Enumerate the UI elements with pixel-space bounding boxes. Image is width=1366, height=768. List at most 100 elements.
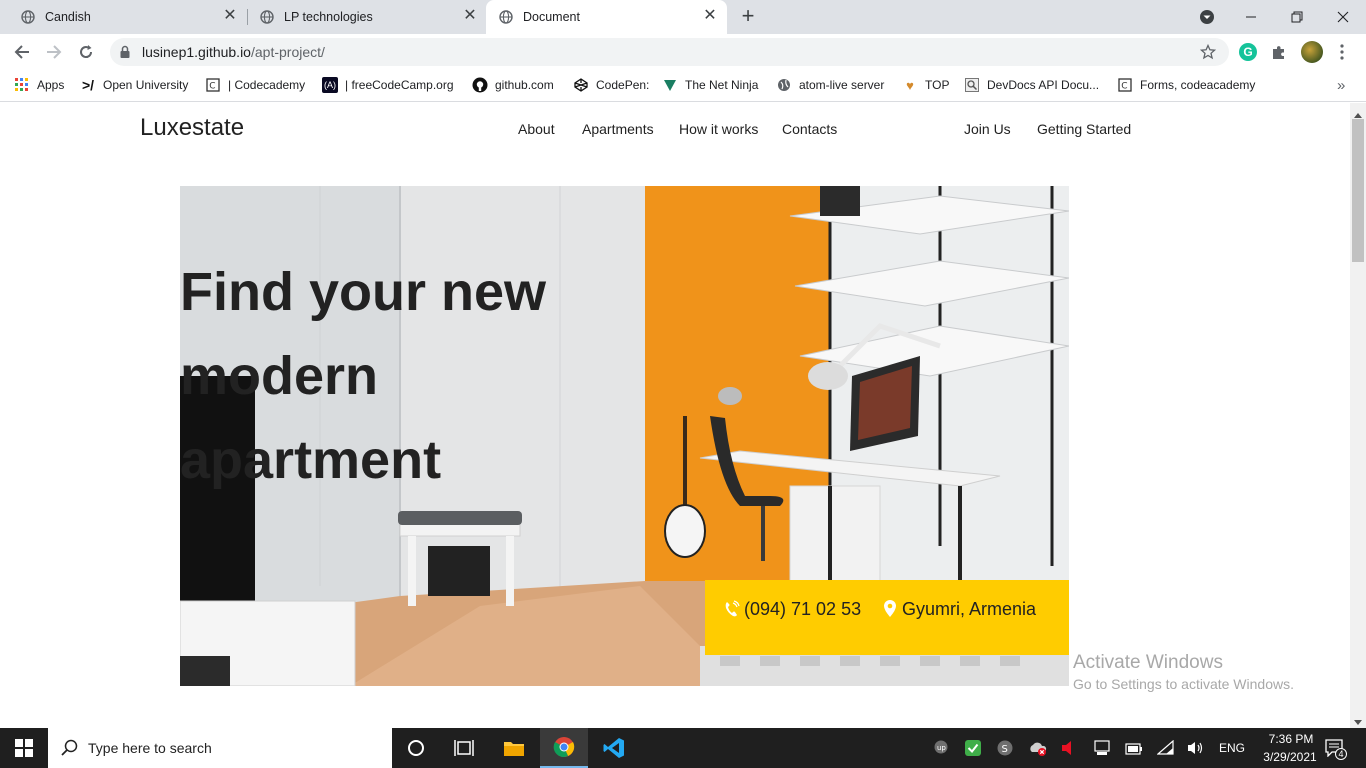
url-path: /apt-project/ — [250, 44, 325, 60]
bookmark-label: atom-live server — [799, 78, 885, 92]
arrow-left-icon — [14, 45, 29, 59]
location-pin-icon — [883, 599, 897, 623]
codecademy-icon: C — [1117, 77, 1133, 93]
chevron-down-circle-icon — [1200, 10, 1214, 24]
url-text[interactable]: lusinep1.github.io/apt-project/ — [142, 44, 325, 60]
grammarly-extension-icon[interactable]: G — [1239, 43, 1257, 61]
language-indicator[interactable]: ENG — [1219, 741, 1245, 755]
svg-text:C: C — [209, 82, 215, 92]
bookmark-label: | Codecademy — [228, 78, 306, 92]
globe-icon — [776, 77, 792, 93]
tab-document[interactable]: Document ✕ — [486, 0, 727, 34]
bookmark-label: | freeCodeCamp.org — [345, 78, 454, 92]
close-tab-icon[interactable]: ✕ — [223, 8, 237, 24]
bookmark-label: Forms, codeacademy — [1140, 78, 1256, 92]
bookmark-label: DevDocs API Docu... — [987, 78, 1100, 92]
tab-search-button[interactable] — [1184, 0, 1230, 34]
globe-icon — [499, 10, 513, 24]
codecademy-icon: C — [205, 77, 221, 93]
svg-text:up: up — [937, 744, 946, 752]
bookmark-apps[interactable]: Apps — [14, 76, 64, 94]
wifi-icon[interactable] — [1156, 739, 1175, 761]
codepen-icon — [573, 77, 589, 93]
close-tab-icon[interactable]: ✕ — [463, 8, 477, 24]
bookmark-label: github.com — [495, 78, 554, 92]
nav-apartments[interactable]: Apartments — [582, 121, 654, 137]
open-university-icon: >/ — [81, 77, 95, 93]
phone-number[interactable]: (094) 71 02 53 — [744, 599, 861, 620]
hero-title-line-2: modern apartment — [180, 346, 442, 490]
tray-onedrive-icon[interactable] — [1028, 740, 1048, 761]
site-brand-logo[interactable]: Luxestate — [140, 114, 244, 142]
chrome-taskbar-button[interactable] — [540, 728, 588, 768]
bookmark-open-university[interactable]: >/ Open University — [80, 76, 188, 94]
notification-count-badge: 4 — [1335, 748, 1347, 760]
bookmark-label: CodePen: — [596, 78, 650, 92]
close-window-button[interactable] — [1320, 0, 1366, 34]
search-placeholder: Type here to search — [88, 740, 212, 756]
net-ninja-icon — [662, 77, 678, 93]
bookmark-top[interactable]: ♥ TOP — [902, 76, 949, 94]
nav-getting-started[interactable]: Getting Started — [1037, 121, 1131, 137]
phone-icon — [724, 600, 740, 623]
hero-title-line-1: Find your new — [180, 262, 547, 322]
svg-text:S: S — [1002, 744, 1008, 755]
cortana-button[interactable] — [392, 728, 440, 768]
freecodecamp-icon: (A) — [322, 77, 338, 93]
bookmark-codecademy[interactable]: C | Codecademy — [205, 76, 305, 94]
tab-title: LP technologies — [284, 10, 373, 24]
tray-skype-icon[interactable]: S — [997, 740, 1013, 761]
close-tab-icon[interactable]: ✕ — [703, 8, 717, 24]
clock-time[interactable]: 7:36 PM — [1263, 732, 1319, 746]
tray-check-icon[interactable] — [965, 740, 981, 761]
clock-date[interactable]: 3/29/2021 — [1257, 750, 1323, 764]
apps-grid-icon — [14, 77, 30, 93]
tab-title: Candish — [45, 10, 91, 24]
bookmark-atom-live-server[interactable]: atom-live server — [776, 76, 884, 94]
top-icon: ♥ — [906, 77, 914, 93]
minimize-button[interactable] — [1228, 0, 1274, 34]
bookmark-forms-codeacademy[interactable]: C Forms, codeacademy — [1117, 76, 1255, 94]
extensions-puzzle-icon[interactable] — [1271, 44, 1287, 65]
bookmark-github[interactable]: github.com — [472, 76, 554, 94]
nav-about[interactable]: About — [518, 121, 555, 137]
start-button[interactable] — [0, 728, 48, 768]
forward-button[interactable] — [43, 42, 65, 62]
reload-icon — [80, 45, 93, 58]
tray-audio-alert-icon[interactable] — [1061, 740, 1075, 761]
task-view-icon — [454, 740, 474, 756]
volume-icon[interactable] — [1187, 740, 1205, 761]
file-explorer-button[interactable] — [490, 728, 538, 768]
tray-upwork-icon[interactable]: up — [934, 740, 948, 759]
bookmark-label: Open University — [103, 78, 189, 92]
task-view-button[interactable] — [440, 728, 488, 768]
scrollbar-thumb[interactable] — [1352, 119, 1364, 262]
vscode-icon — [603, 738, 624, 758]
lock-icon[interactable] — [119, 45, 131, 64]
nav-join-us[interactable]: Join Us — [964, 121, 1011, 137]
bookmark-star-icon[interactable] — [1199, 43, 1217, 65]
activate-windows-subtitle: Go to Settings to activate Windows. — [1073, 676, 1294, 692]
github-icon — [472, 77, 488, 93]
battery-icon[interactable] — [1125, 742, 1143, 760]
nav-how-it-works[interactable]: How it works — [679, 121, 758, 137]
nav-contacts[interactable]: Contacts — [782, 121, 837, 137]
restore-button[interactable] — [1274, 0, 1320, 34]
reload-button[interactable] — [75, 42, 97, 62]
bookmark-net-ninja[interactable]: The Net Ninja — [662, 76, 758, 94]
tray-display-icon[interactable] — [1093, 739, 1111, 762]
tab-candish[interactable]: Candish ✕ — [0, 0, 247, 34]
svg-text:C: C — [1121, 82, 1127, 92]
browser-menu-kebab-icon[interactable] — [1340, 43, 1344, 61]
tab-lp-technologies[interactable]: LP technologies ✕ — [239, 0, 487, 34]
vscode-taskbar-button[interactable] — [590, 728, 638, 768]
hero-title: Find your new modern apartment — [180, 250, 650, 502]
profile-avatar[interactable] — [1301, 41, 1323, 63]
bookmark-codepen[interactable]: CodePen: — [573, 76, 649, 94]
back-button[interactable] — [11, 42, 33, 62]
bookmarks-overflow-button[interactable]: » — [1337, 76, 1345, 94]
new-tab-button[interactable]: + — [738, 5, 758, 27]
bookmark-freecodecamp[interactable]: (A) | freeCodeCamp.org — [322, 76, 454, 94]
devdocs-icon — [964, 77, 980, 93]
bookmark-devdocs[interactable]: DevDocs API Docu... — [964, 76, 1099, 94]
